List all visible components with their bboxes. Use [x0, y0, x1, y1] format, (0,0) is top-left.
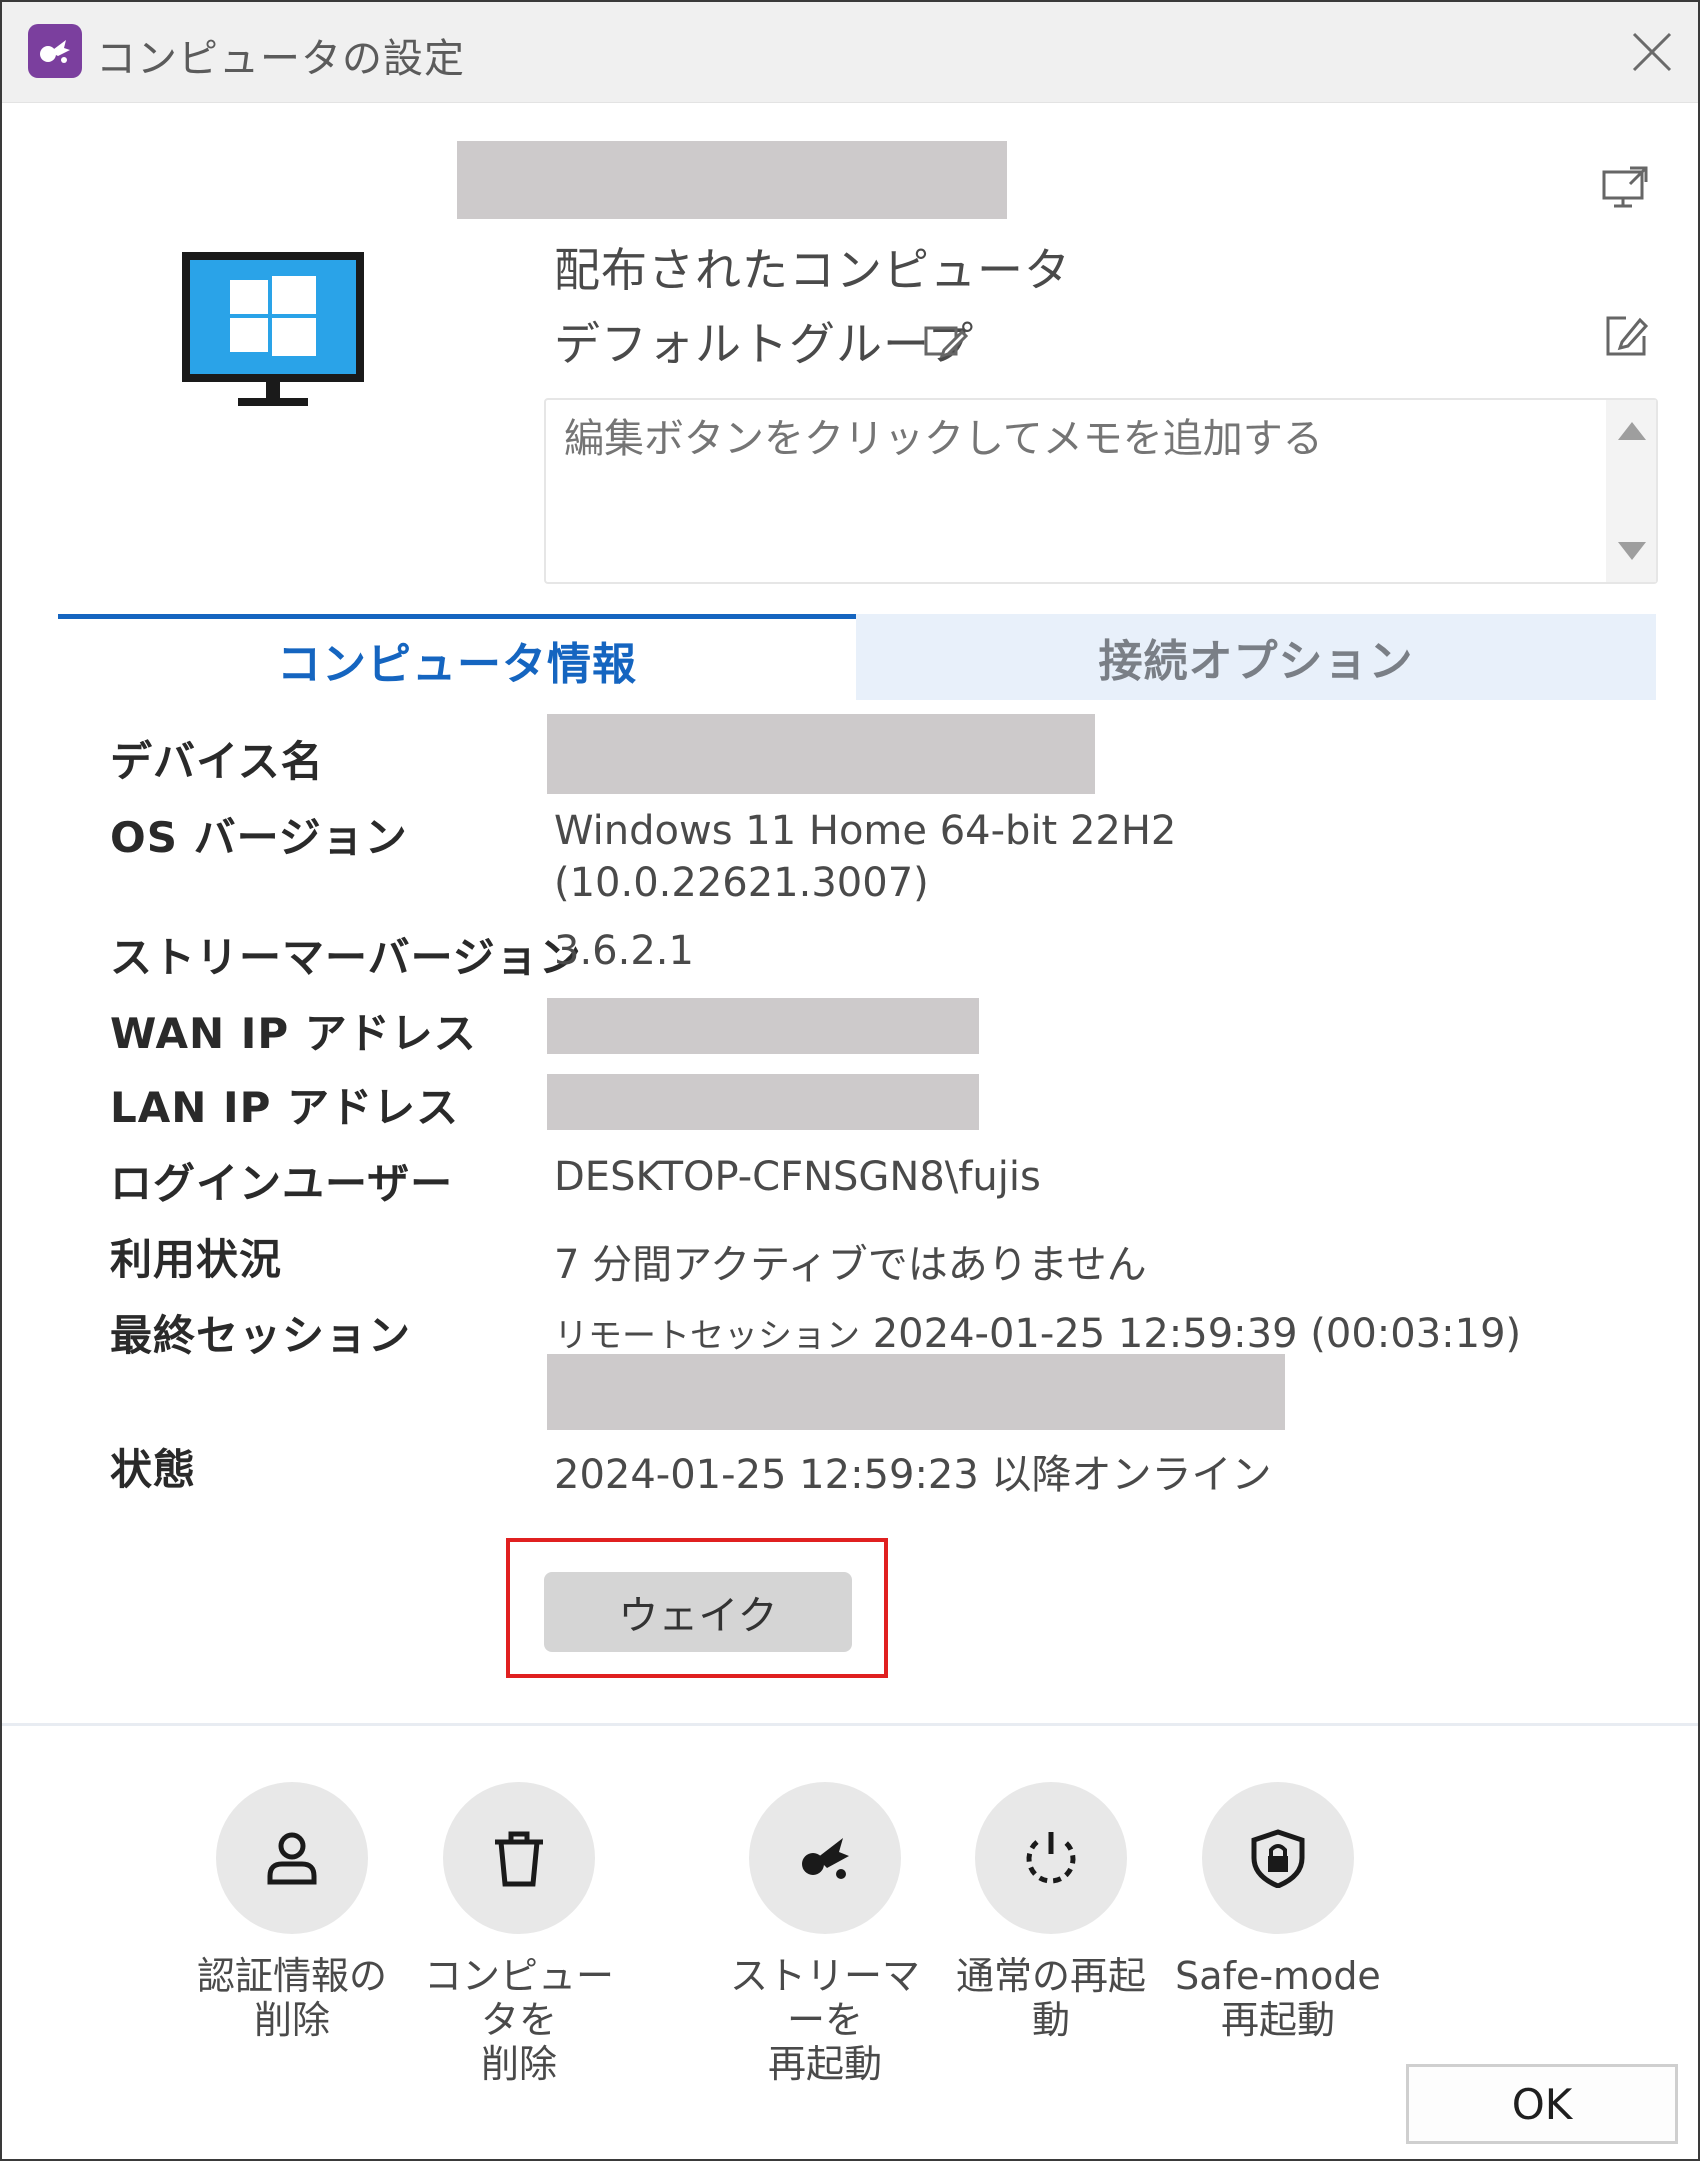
- group-name-text: デフォルトグループ: [554, 317, 975, 371]
- redacted-computer-name: [457, 141, 1007, 219]
- restart-streamer-label: ストリーマーを 再起動: [729, 1954, 920, 2086]
- memo-scrollbar[interactable]: [1606, 400, 1656, 582]
- safe-mode-restart-label: Safe-mode 再起動: [1175, 1954, 1381, 2042]
- edit-group-icon[interactable]: [922, 318, 969, 368]
- scroll-up-icon[interactable]: [1618, 422, 1646, 440]
- delete-credentials-label: 認証情報の 削除: [196, 1954, 387, 2042]
- usage-value: 7 分間アクティブではありません: [554, 1242, 1147, 1288]
- splashtop-logo-icon: [28, 24, 82, 78]
- shield-lock-icon: [1251, 1829, 1305, 1888]
- close-button[interactable]: [1622, 22, 1682, 82]
- device-name-label: デバイス名: [110, 737, 324, 786]
- divider: [2, 1723, 1698, 1726]
- streamer-version-label: ストリーマーバージョン: [110, 933, 582, 982]
- redacted-device-name: [547, 714, 1095, 794]
- delete-computer-button[interactable]: [443, 1782, 595, 1934]
- ok-button[interactable]: OK: [1406, 2064, 1678, 2144]
- last-session-prefix: リモートセッション: [554, 1316, 860, 1356]
- last-session-time: 2024-01-25 12:59:39 (00:03:19): [872, 1311, 1522, 1357]
- status-label: 状態: [110, 1445, 197, 1494]
- last-session-value: リモートセッション 2024-01-25 12:59:39 (00:03:19): [554, 1308, 1521, 1357]
- streamer-version-value: 3.6.2.1: [554, 928, 694, 974]
- power-restart-icon: [1026, 1832, 1076, 1884]
- login-user-value: DESKTOP-CFNSGN8\fujis: [554, 1154, 1041, 1200]
- login-user-label: ログインユーザー: [110, 1159, 454, 1208]
- os-version-value-line2: (10.0.22621.3007): [554, 860, 929, 906]
- scroll-down-icon[interactable]: [1618, 542, 1646, 560]
- usage-label: 利用状況: [110, 1235, 283, 1284]
- last-session-label: 最終セッション: [110, 1311, 412, 1360]
- memo-input[interactable]: [564, 416, 1564, 462]
- os-version-value-line1: Windows 11 Home 64-bit 22H2: [554, 808, 1177, 854]
- status-value: 2024-01-25 12:59:23 以降オンライン: [554, 1452, 1272, 1498]
- redacted-session-detail: [547, 1354, 1285, 1430]
- memo-box: [544, 398, 1658, 584]
- open-external-icon[interactable]: [1600, 164, 1650, 214]
- delete-computer-label: コンピュータを 削除: [423, 1954, 614, 2086]
- windows-monitor-icon: [180, 250, 366, 414]
- redacted-lan-ip: [547, 1074, 979, 1130]
- normal-restart-label: 通常の再起 動: [955, 1954, 1146, 2042]
- restart-streamer-button[interactable]: [749, 1782, 901, 1934]
- safe-mode-restart-button[interactable]: [1202, 1782, 1354, 1934]
- wan-ip-label: WAN IP アドレス: [110, 1009, 477, 1058]
- os-version-label: OS バージョン: [110, 813, 408, 862]
- settings-dialog: コンピュータの設定 配布されたコンピュータ デフォルトグループ 編集ボタンをクリ…: [0, 0, 1700, 2161]
- computer-type-text: 配布されたコンピュータ: [554, 243, 1071, 297]
- redacted-wan-ip: [547, 998, 979, 1054]
- trash-icon: [495, 1831, 543, 1887]
- title-bar: コンピュータの設定: [2, 2, 1698, 103]
- user-icon: [267, 1832, 317, 1885]
- splashtop-streamer-icon: [802, 1838, 849, 1879]
- delete-credentials-button[interactable]: [216, 1782, 368, 1934]
- tab-connection-options[interactable]: 接続オプション: [856, 614, 1656, 700]
- window-title: コンピュータの設定: [96, 36, 465, 82]
- normal-restart-button[interactable]: [975, 1782, 1127, 1934]
- wake-button[interactable]: ウェイク: [544, 1572, 852, 1652]
- edit-icon[interactable]: [1602, 312, 1650, 364]
- tab-computer-info[interactable]: コンピュータ情報: [58, 614, 856, 700]
- close-icon: [1632, 32, 1672, 72]
- lan-ip-label: LAN IP アドレス: [110, 1083, 460, 1132]
